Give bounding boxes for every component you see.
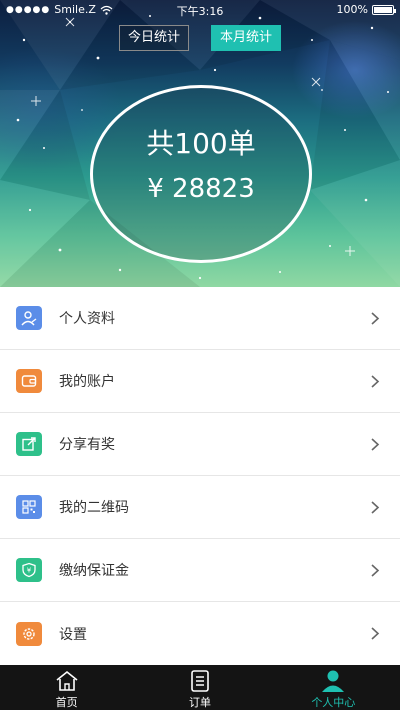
amount-total: ¥ 28823 xyxy=(147,174,255,204)
menu-item-settings[interactable]: 设置 xyxy=(0,602,400,665)
battery-percent: 100% xyxy=(336,3,368,16)
menu-item-share-reward[interactable]: 分享有奖 xyxy=(0,413,400,476)
orders-icon xyxy=(191,670,209,692)
nav-orders[interactable]: 订单 xyxy=(133,665,266,710)
nav-home[interactable]: 首页 xyxy=(0,665,133,710)
svg-text:¥: ¥ xyxy=(27,567,32,575)
profile-menu: 个人资料 我的账户 分享有奖 我的二维码 ¥ 缴纳保证金 设置 xyxy=(0,287,400,665)
tab-month-stats[interactable]: 本月统计 xyxy=(211,25,282,51)
battery-icon xyxy=(372,4,396,15)
menu-item-label: 我的账户 xyxy=(59,374,115,390)
user-center-icon xyxy=(322,670,345,692)
menu-item-label: 缴纳保证金 xyxy=(59,563,129,579)
menu-item-label: 我的二维码 xyxy=(59,500,129,516)
chevron-right-icon xyxy=(371,501,380,514)
gear-icon xyxy=(16,621,42,646)
wallet-icon xyxy=(16,369,42,393)
menu-item-label: 个人资料 xyxy=(59,311,115,327)
home-icon xyxy=(56,670,78,691)
tab-today-stats[interactable]: 今日统计 xyxy=(118,25,189,51)
menu-item-my-qr-code[interactable]: 我的二维码 xyxy=(0,476,400,539)
nav-label: 订单 xyxy=(188,696,211,709)
menu-item-label: 分享有奖 xyxy=(59,437,115,453)
nav-user-center[interactable]: 个人中心 xyxy=(267,665,400,710)
order-total: 共100单 xyxy=(146,127,256,160)
menu-item-my-account[interactable]: 我的账户 xyxy=(0,350,400,413)
summary-circle: 共100单 ¥ 28823 xyxy=(90,85,312,263)
chevron-right-icon xyxy=(371,312,380,325)
qr-code-icon xyxy=(16,495,42,519)
nav-label: 个人中心 xyxy=(311,696,356,709)
menu-item-pay-deposit[interactable]: ¥ 缴纳保证金 xyxy=(0,539,400,602)
deposit-icon: ¥ xyxy=(16,558,42,582)
chevron-right-icon xyxy=(371,564,380,577)
stats-period-tabs: 今日统计 本月统计 xyxy=(0,25,400,51)
chevron-right-icon xyxy=(371,627,380,640)
share-icon xyxy=(16,432,42,456)
status-right: 100% xyxy=(336,3,396,16)
nav-label: 首页 xyxy=(55,696,78,709)
status-bar: ●●●●● Smile.Z 下午3:16 100% xyxy=(0,0,400,20)
menu-item-label: 设置 xyxy=(59,626,87,643)
menu-item-profile[interactable]: 个人资料 xyxy=(0,287,400,350)
bottom-tab-bar: 首页 订单 个人中心 xyxy=(0,665,400,710)
stats-header: ●●●●● Smile.Z 下午3:16 100% 今日统计 本月统计 共100… xyxy=(0,0,400,287)
chevron-right-icon xyxy=(371,375,380,388)
profile-icon xyxy=(16,306,42,330)
chevron-right-icon xyxy=(371,438,380,451)
